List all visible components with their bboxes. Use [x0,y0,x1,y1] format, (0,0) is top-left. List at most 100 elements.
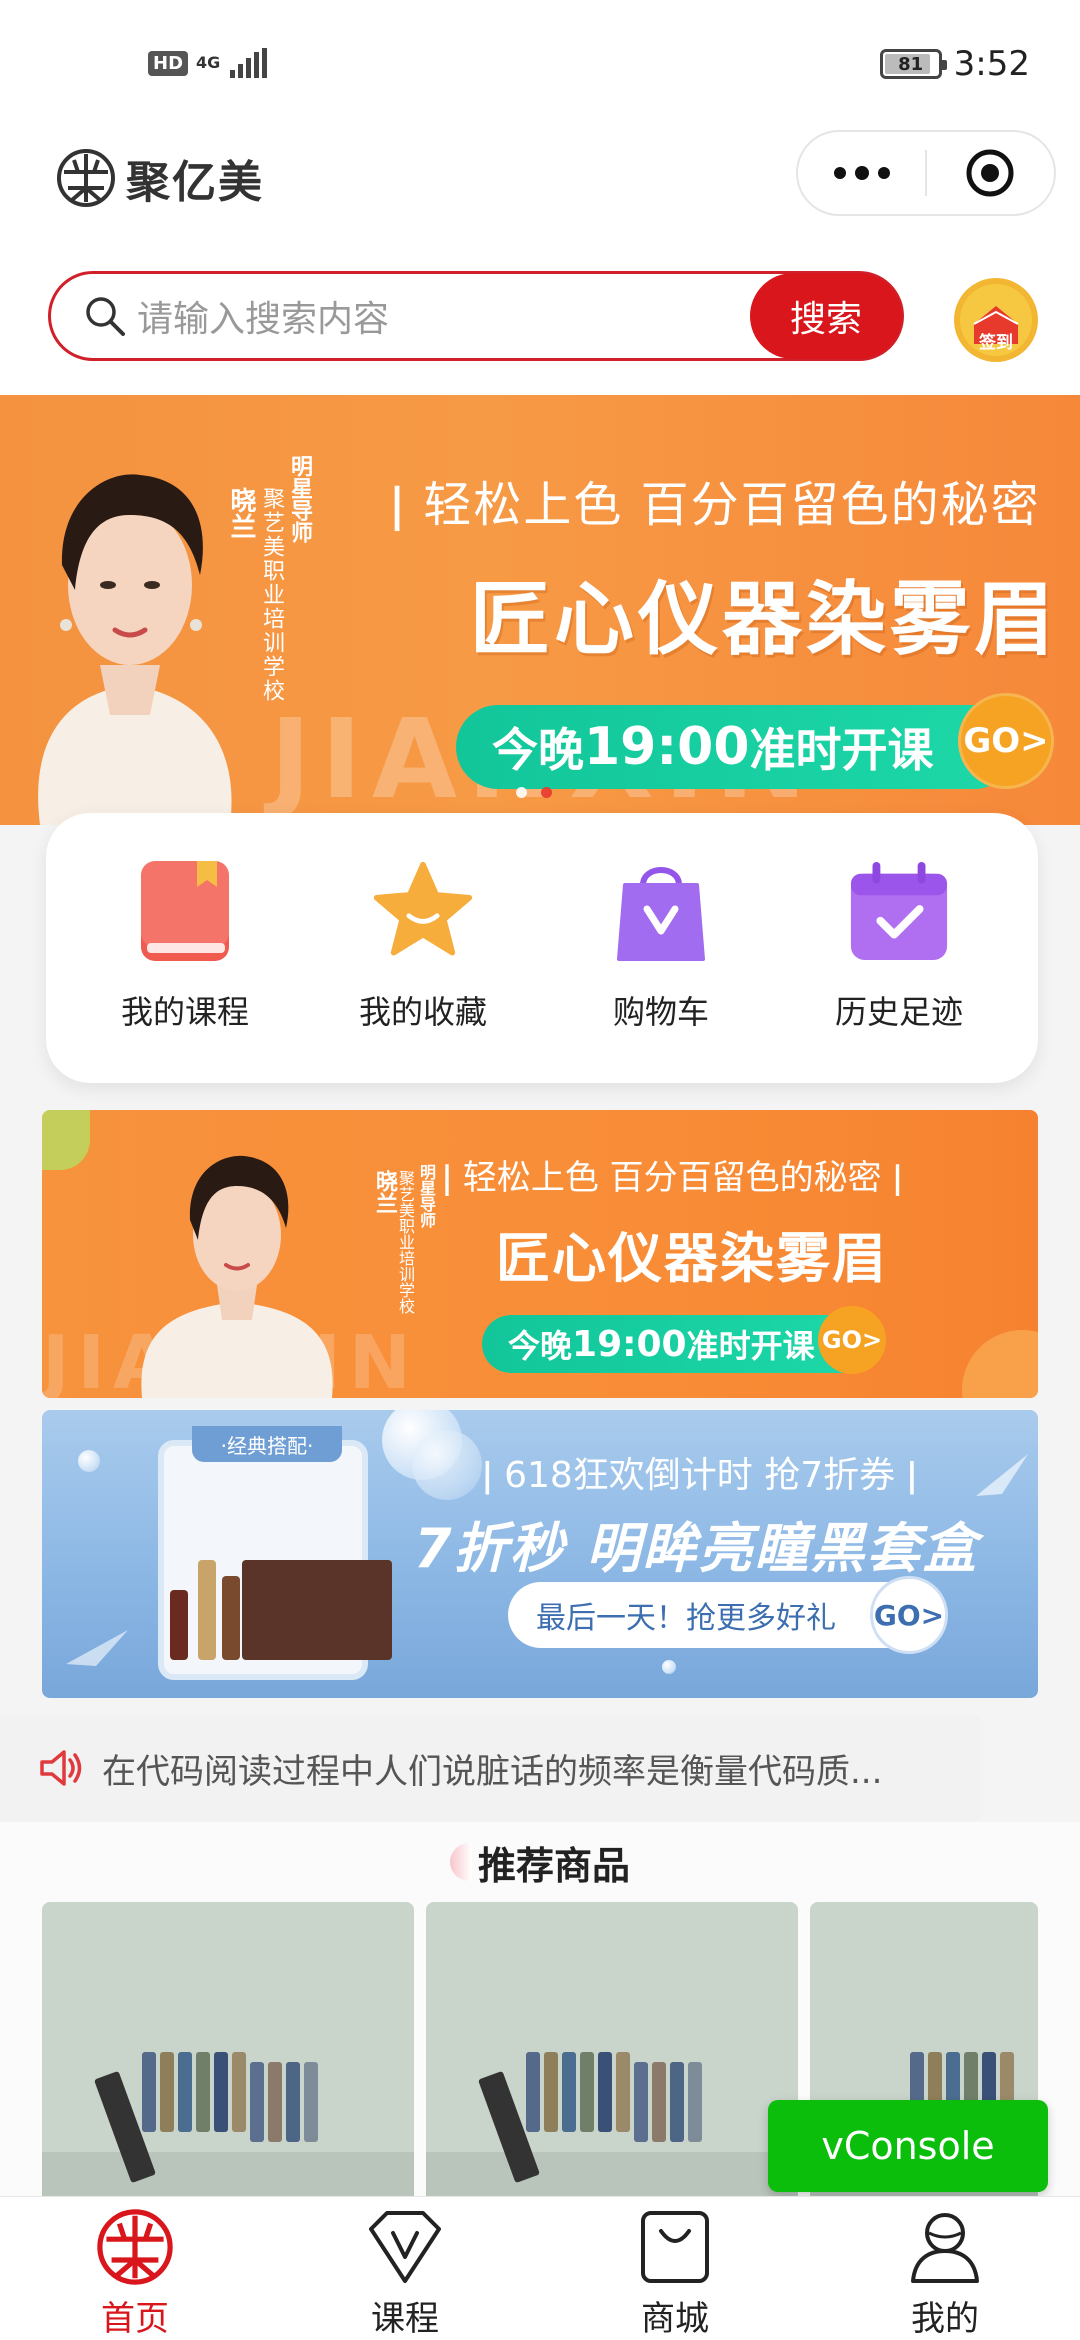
search-input[interactable]: 请输入搜索内容 搜索 [48,271,904,361]
vconsole-button[interactable]: vConsole [768,2100,1048,2192]
book-icon [141,861,229,961]
banner-subtitle: ǀ 轻松上色 百分百留色的秘密 [390,477,1041,533]
banner-instructor-name: 晓兰 [226,487,256,539]
product-bottle [250,2062,264,2142]
signin-button[interactable]: 签到 [952,272,1040,366]
carousel-dot-active [541,787,552,798]
banner-instructor-school: 聚艺美职业培训学校 [259,487,284,703]
app-title: 聚亿美 [126,157,264,208]
tab-mine[interactable]: 我的 [810,2197,1080,2340]
mini-program-capsule [796,130,1056,216]
nav-label: 我的课程 [120,993,249,1031]
tab-label: 首页 [101,2299,169,2339]
product-bottle [178,2052,192,2132]
tab-label: 商城 [641,2299,709,2339]
product-card[interactable] [426,1902,798,2202]
product-shelf [42,2152,414,2202]
carousel-dot [516,787,527,798]
product-bottle [214,2052,228,2132]
shop-bag-icon [641,2211,709,2283]
close-mini-program-button[interactable] [927,130,1054,216]
search-icon [86,297,125,336]
signal-icon [230,48,268,78]
user-icon [911,2213,979,2283]
product-bottle [634,2062,648,2142]
promo2-go-button[interactable]: GO> [870,1576,948,1654]
title-mark [449,1843,472,1881]
star-icon [373,861,473,956]
more-button[interactable] [798,130,925,216]
product-card[interactable] [42,1902,414,2202]
main-banner[interactable]: JIANXIN 晓兰 明星导师 聚艺美职业培训学校 ǀ 轻松上色 百分百留色的秘… [0,395,1080,825]
nav-history[interactable]: 历史足迹 [789,853,1009,1083]
signin-label: 签到 [979,333,1013,353]
promo-banner-sale[interactable]: ·经典搭配· ǀ 618狂欢倒计时 抢7折券 ǀ 7折秒 明眸亮瞳黑套盒 最后一… [42,1410,1038,1698]
speaker-icon [40,1750,82,1786]
instructor-photo [38,474,232,825]
nav-label: 我的收藏 [358,993,487,1031]
banner-cta: 今晚 19:00 准时开课 [456,705,1016,789]
decor-orb [662,1660,676,1674]
recommend-header: 推荐商品 [0,1822,1080,1902]
status-left: HD 4G [148,48,268,78]
battery-icon: 81 [879,49,947,79]
decor-arrow-icon [66,1630,128,1666]
search-button[interactable]: 搜索 [750,273,902,359]
quick-nav-card: 我的课程 我的收藏 购物车 历史足迹 [46,813,1038,1083]
product-shelf [426,2152,798,2202]
banner-title: 匠心仪器染雾眉 [470,573,1058,666]
promo1-go-button[interactable]: GO> [818,1306,886,1374]
tab-shop[interactable]: 商城 [540,2197,810,2340]
bottom-tabbar: 首页 课程 商城 我的 [0,2196,1080,2340]
product-bottle [598,2052,612,2132]
product-bottle [562,2052,576,2132]
product-bottle [170,1590,188,1660]
tab-home[interactable]: 首页 [0,2197,270,2340]
promo2-tag: ·经典搭配· [192,1426,342,1462]
network-label: 4G [196,53,221,72]
nav-shopping-cart[interactable]: 购物车 [551,853,771,1083]
app-root: HD 4G 81 3:52 聚亿美 请输入搜索内容 搜索 签到 晓兰 明星导师 … [0,0,1080,2340]
promo1-cta: 今晚 19:00 准时开课 [482,1315,872,1373]
promo2-cta: 最后一天！抢更多好礼 [508,1582,928,1648]
product-bottle [580,2052,594,2132]
promo2-title: 7折秒 明眸亮瞳黑套盒 [414,1517,979,1580]
decor-orb [78,1450,100,1472]
product-bottle [268,2062,282,2142]
product-bottle [652,2062,666,2142]
battery-level: 81 [898,53,924,75]
target-close-icon [966,149,1014,197]
nav-my-courses[interactable]: 我的课程 [75,853,295,1083]
brand: 聚亿美 [56,146,264,210]
decor-orb [412,1430,482,1500]
carousel-indicator [516,787,552,798]
tab-label: 课程 [371,2299,439,2339]
product-bottle [526,2052,540,2132]
product-bottle [160,2052,174,2132]
tab-courses[interactable]: 课程 [270,2197,540,2340]
nav-my-favorites[interactable]: 我的收藏 [313,853,533,1083]
product-bottle [222,1576,240,1660]
app-header: 聚亿美 [0,130,1080,250]
product-bottle [688,2062,702,2142]
product-bottle [286,2062,300,2142]
product-bottle [304,2062,318,2142]
calendar-check-icon [850,861,948,961]
promo2-subtitle: ǀ 618狂欢倒计时 抢7折券 ǀ [482,1455,918,1496]
brand-logo-icon [57,149,115,207]
product-bottle [616,2052,630,2132]
notice-bar[interactable]: 在代码阅读过程中人们说脏话的频率是衡量代码质... [0,1715,980,1821]
decor-arrow-icon [976,1454,1028,1496]
decor-circle [962,1330,1038,1398]
hd-badge: HD [148,50,189,76]
recommend-title: 推荐商品 [477,1843,630,1888]
product-bottle [196,2052,210,2132]
promo1-subtitle: ǀ 轻松上色 百分百留色的秘密 ǀ [442,1158,903,1198]
decor-bubble [42,1110,90,1170]
product-bottle [198,1560,216,1660]
banner-go-button[interactable]: GO> [958,693,1054,789]
promo1-title: 匠心仪器染雾眉 [496,1227,888,1290]
promo-banner-course[interactable]: JIANXIN 晓兰 明星导师 聚艺美职业培训学校 ǀ 轻松上色 百分百留色的秘… [42,1110,1038,1398]
clock: 3:52 [953,44,1030,84]
promo1-instructor-title: 明星导师 [417,1164,436,1228]
